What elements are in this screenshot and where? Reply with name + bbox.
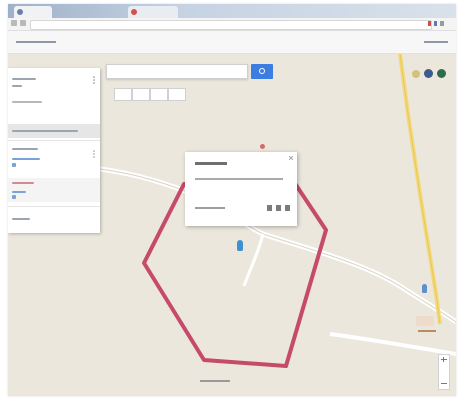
ruler-tool-button[interactable] bbox=[168, 88, 186, 101]
browser-tab[interactable] bbox=[14, 6, 52, 18]
map-place-label bbox=[200, 380, 230, 382]
bookmark-link[interactable] bbox=[424, 41, 448, 43]
road bbox=[329, 332, 456, 356]
panel-section-header bbox=[8, 124, 100, 138]
info-window-detail-bar bbox=[195, 207, 225, 209]
info-window-title-bar bbox=[195, 162, 227, 165]
info-window bbox=[185, 152, 297, 226]
marker-tool-button[interactable] bbox=[132, 88, 150, 101]
panel-item[interactable] bbox=[8, 178, 100, 202]
panel-section-title bbox=[12, 130, 78, 132]
globe-icon bbox=[17, 9, 23, 15]
line-tool-button[interactable] bbox=[150, 88, 168, 101]
panel-footer[interactable] bbox=[12, 218, 30, 220]
panel-item[interactable] bbox=[8, 144, 100, 174]
poi-label bbox=[418, 330, 436, 332]
back-icon[interactable] bbox=[11, 20, 17, 26]
zoom-control[interactable] bbox=[438, 354, 450, 390]
zoom-out-icon[interactable] bbox=[441, 383, 447, 384]
tab-bar bbox=[8, 4, 456, 18]
zoom-in-icon[interactable] bbox=[441, 359, 447, 360]
bookmark-link[interactable] bbox=[16, 41, 56, 43]
map-pin-icon[interactable] bbox=[422, 284, 427, 293]
panel-menu-icon[interactable] bbox=[92, 76, 96, 84]
browser-tab-active[interactable] bbox=[128, 6, 178, 18]
map-canvas[interactable] bbox=[8, 54, 456, 396]
map-icon bbox=[131, 9, 137, 15]
window-controls-icon bbox=[428, 21, 444, 26]
info-window-address-bar bbox=[195, 178, 283, 180]
browser-menu-button[interactable] bbox=[425, 18, 447, 30]
divider bbox=[8, 140, 100, 141]
polygon-vertex-icon[interactable] bbox=[260, 144, 265, 149]
forward-icon[interactable] bbox=[20, 20, 26, 26]
marker-icon[interactable] bbox=[412, 70, 420, 78]
panel-item-menu-icon[interactable] bbox=[92, 150, 96, 158]
panel-subtitle bbox=[12, 85, 22, 87]
apps-icon[interactable] bbox=[437, 69, 446, 78]
poi-building bbox=[416, 316, 434, 326]
panel-title bbox=[12, 78, 36, 80]
address-bar[interactable] bbox=[30, 20, 432, 30]
hand-tool-button[interactable] bbox=[114, 88, 132, 101]
bookmarks-bar bbox=[8, 31, 456, 54]
panel-item-label bbox=[12, 148, 38, 150]
zoom-in-icon-v bbox=[443, 357, 444, 362]
close-icon[interactable] bbox=[289, 156, 293, 160]
divider bbox=[8, 206, 100, 207]
edit-button[interactable] bbox=[276, 205, 281, 211]
road bbox=[242, 233, 265, 287]
panel-item-label bbox=[12, 182, 34, 184]
browser-window bbox=[8, 4, 456, 396]
search-button[interactable] bbox=[251, 64, 273, 79]
profile-icon[interactable] bbox=[424, 69, 433, 78]
search-input[interactable] bbox=[106, 64, 248, 79]
panel-meta bbox=[12, 101, 42, 103]
panel-item-sub bbox=[12, 191, 26, 193]
delete-button[interactable] bbox=[285, 205, 290, 211]
layer-icon bbox=[12, 195, 16, 199]
side-panel bbox=[8, 68, 100, 233]
style-button[interactable] bbox=[267, 205, 272, 211]
panel-item-sub bbox=[12, 158, 40, 160]
layer-icon bbox=[12, 163, 16, 167]
map-pin-icon[interactable] bbox=[237, 240, 243, 251]
